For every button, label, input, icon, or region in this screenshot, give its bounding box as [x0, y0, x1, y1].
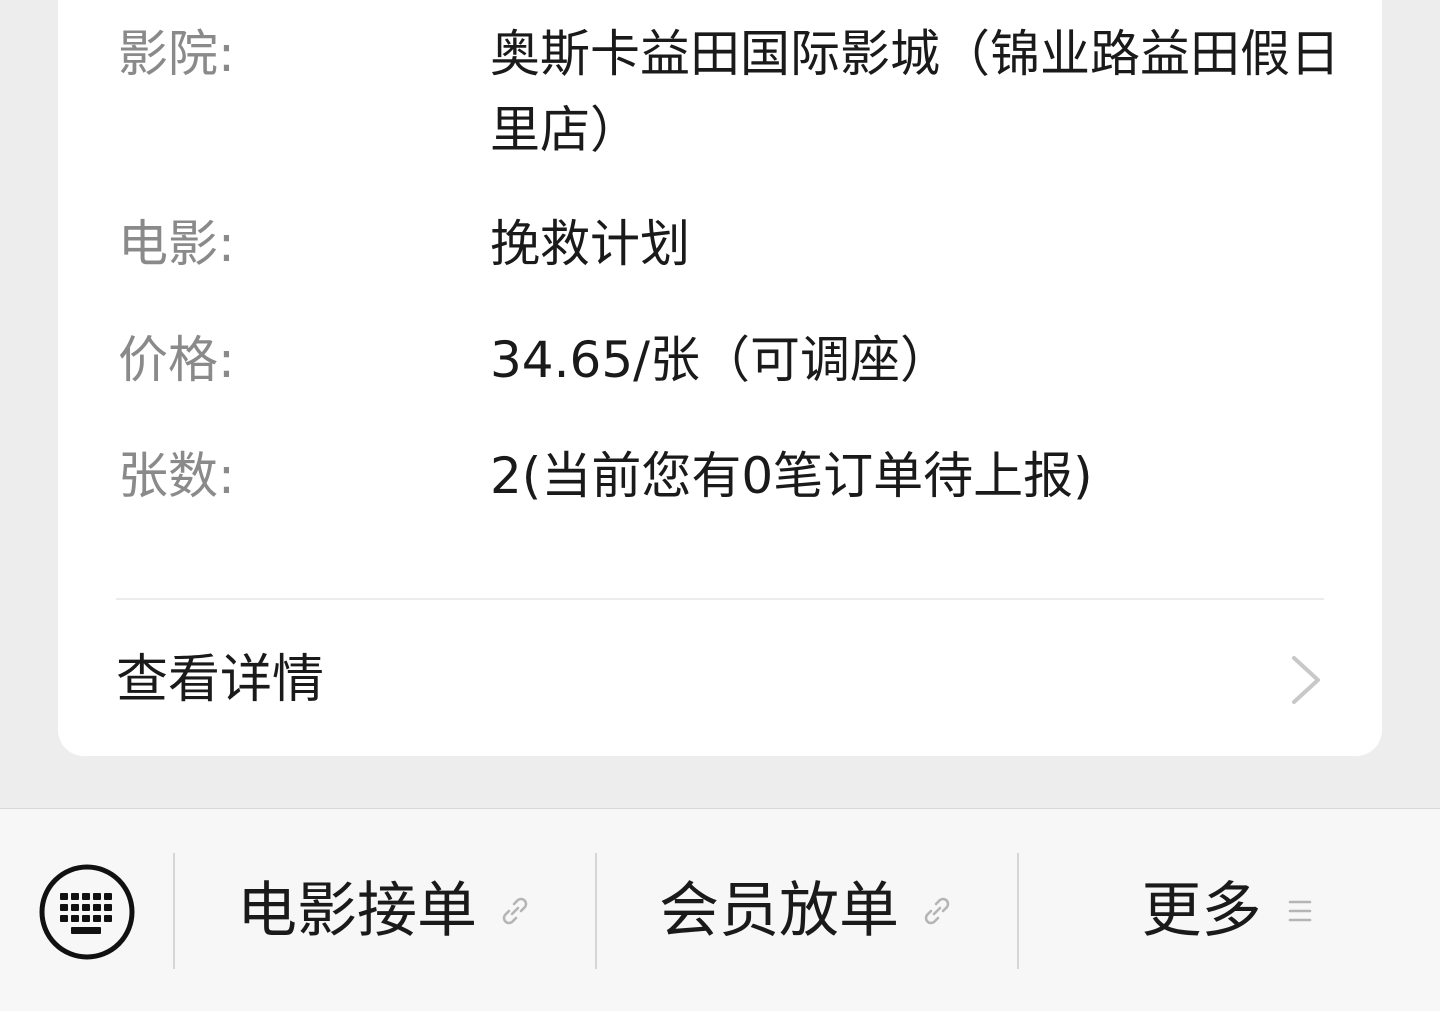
menu-member-orders-label: 会员放单 [659, 876, 899, 946]
movie-value: 挽救计划 [490, 215, 690, 273]
menu-movie-orders-label: 电影接单 [237, 876, 477, 946]
view-details-row[interactable]: 查看详情 [116, 642, 1326, 718]
cinema-label: 影院: [118, 25, 235, 83]
order-card: 影院: 奥斯卡益田国际影城（锦业路益田假日里店） 电影: 挽救计划 价格: 34… [58, 0, 1382, 756]
keyboard-icon [39, 864, 135, 960]
link-icon [924, 897, 950, 925]
menu-more-label: 更多 [1141, 876, 1262, 946]
quantity-label: 张数: [118, 447, 235, 505]
quantity-value: 2(当前您有0笔订单待上报) [490, 447, 1093, 505]
card-divider [116, 598, 1324, 600]
price-value: 34.65/张（可调座） [490, 331, 950, 389]
link-icon [502, 897, 528, 925]
movie-label: 电影: [118, 215, 235, 273]
bottom-menu-bar: 电影接单 会员放单 更多 [0, 808, 1440, 1011]
menu-more[interactable]: 更多 [1019, 861, 1440, 961]
menu-lines-icon [1288, 900, 1311, 922]
menu-member-orders[interactable]: 会员放单 [597, 861, 1017, 961]
cinema-value: 奥斯卡益田国际影城（锦业路益田假日里店） [490, 25, 1340, 159]
chevron-right-icon [1292, 656, 1320, 704]
price-label: 价格: [118, 331, 235, 389]
view-details-label: 查看详情 [116, 650, 325, 710]
menu-movie-orders[interactable]: 电影接单 [175, 861, 595, 961]
